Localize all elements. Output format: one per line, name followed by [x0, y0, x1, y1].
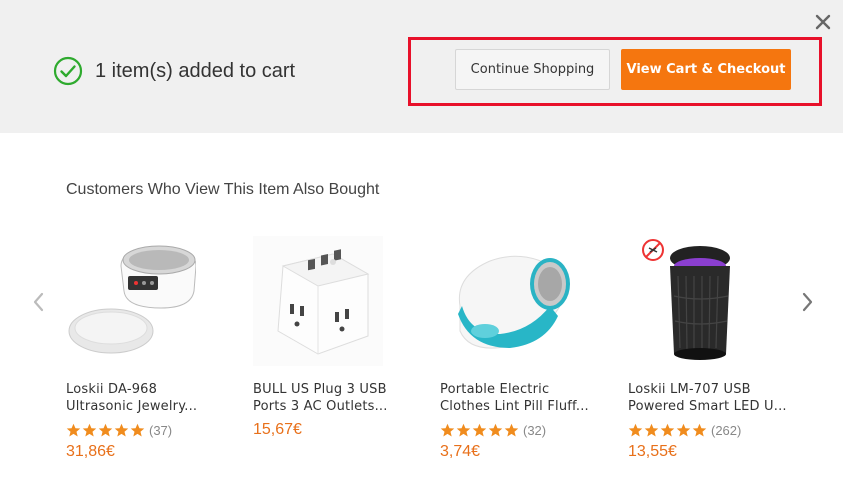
product-name[interactable]: Loskii LM-707 USB [628, 381, 793, 398]
product-price: 15,67€ [253, 421, 302, 438]
product-name[interactable]: Clothes Lint Pill Fluff... [440, 398, 605, 415]
star-icon [488, 423, 503, 436]
star-rating [628, 423, 708, 438]
product-image[interactable] [66, 236, 196, 366]
product-name[interactable]: Portable Electric [440, 381, 605, 398]
star-icon [98, 423, 113, 436]
star-icon [628, 423, 643, 436]
star-icon [472, 423, 487, 436]
star-rating [440, 423, 520, 438]
chevron-right-icon[interactable] [800, 290, 816, 314]
product-image[interactable] [628, 236, 758, 366]
product-price: 3,74€ [440, 443, 481, 460]
product-price: 31,86€ [66, 443, 115, 460]
section-title: Customers Who View This Item Also Bought [66, 181, 380, 198]
product-rating: (37) [66, 421, 231, 439]
star-icon [440, 423, 455, 436]
view-cart-checkout-button[interactable]: View Cart & Checkout [621, 49, 791, 90]
product-name[interactable]: Ultrasonic Jewelry... [66, 398, 231, 415]
review-count[interactable]: (32) [523, 423, 546, 438]
star-icon [66, 423, 81, 436]
product-card[interactable]: Loskii DA-968 Ultrasonic Jewelry... (37)… [66, 236, 231, 461]
product-image[interactable] [253, 236, 383, 366]
product-name[interactable]: Ports 3 AC Outlets... [253, 398, 418, 415]
product-name[interactable]: BULL US Plug 3 USB [253, 381, 418, 398]
check-circle-icon [53, 56, 83, 86]
cart-confirmation-banner: 1 item(s) added to cart Continue Shoppin… [0, 0, 843, 133]
star-icon [504, 423, 519, 436]
continue-shopping-button[interactable]: Continue Shopping [455, 49, 610, 90]
star-icon [130, 423, 145, 436]
product-name[interactable]: Powered Smart LED U... [628, 398, 793, 415]
star-icon [644, 423, 659, 436]
review-count[interactable]: (37) [149, 423, 172, 438]
product-image[interactable] [440, 236, 570, 366]
review-count[interactable]: (262) [711, 423, 741, 438]
close-icon[interactable] [814, 13, 832, 31]
added-to-cart-message: 1 item(s) added to cart [95, 60, 296, 82]
star-icon [82, 423, 97, 436]
star-icon [692, 423, 707, 436]
star-icon [660, 423, 675, 436]
star-icon [456, 423, 471, 436]
star-rating [66, 423, 146, 438]
product-rating: (32) [440, 421, 605, 439]
product-card[interactable]: BULL US Plug 3 USB Ports 3 AC Outlets...… [253, 236, 418, 439]
product-rating: (262) [628, 421, 793, 439]
product-card[interactable]: Portable Electric Clothes Lint Pill Fluf… [440, 236, 605, 461]
chevron-left-icon[interactable] [30, 290, 46, 314]
product-card[interactable]: Loskii LM-707 USB Powered Smart LED U...… [628, 236, 793, 461]
product-name[interactable]: Loskii DA-968 [66, 381, 231, 398]
star-icon [114, 423, 129, 436]
product-price: 13,55€ [628, 443, 677, 460]
star-icon [676, 423, 691, 436]
